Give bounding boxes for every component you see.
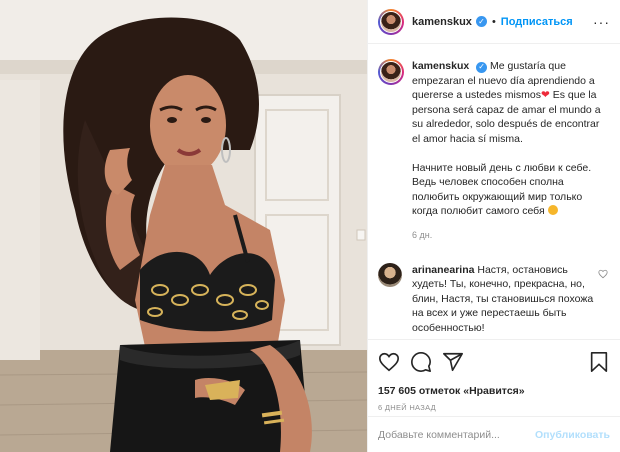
follow-button[interactable]: Подписаться [501,16,573,28]
red-heart-emoji: ❤ [540,89,550,102]
commenter-avatar[interactable] [378,262,402,287]
caption-russian: Начните новый день с любви к себе. Ведь … [412,161,592,218]
post-photo[interactable] [0,0,367,452]
comment-text: arinanearina Настя, остановись худеть! Т… [412,263,600,336]
smiling-face-emoji [547,205,558,216]
post-header: kamenskux ✓ • Подписаться ··· [368,0,620,44]
caption-time[interactable]: 6 дн. [412,228,610,243]
post-side-panel: kamenskux ✓ • Подписаться ··· kamenskux … [367,0,620,452]
post-date[interactable]: 6 ДНЕЙ НАЗАД [378,403,610,412]
author-avatar[interactable] [378,8,404,35]
commenter-username[interactable]: arinanearina [412,264,474,276]
add-comment-bar: Опубликовать [368,416,620,452]
comment-like-heart-icon[interactable] [598,269,608,279]
more-options-icon[interactable]: ··· [593,15,610,29]
action-icons [378,350,610,374]
share-icon[interactable] [442,351,464,373]
comments-area[interactable]: kamenskux ✓ Me gustaría que empezaran el… [368,45,620,338]
post-photo-image [0,0,367,452]
caption-username[interactable]: kamenskux [412,60,469,72]
caption-row: kamenskux ✓ Me gustaría que empezaran el… [378,59,610,243]
verified-badge-icon: ✓ [475,16,487,27]
comment-icon[interactable] [410,351,432,373]
caption-avatar[interactable] [378,59,404,85]
verified-badge-icon: ✓ [476,61,488,73]
heart-icon[interactable] [378,351,400,373]
likes-count[interactable]: 157 605 отметок «Нравится» [378,385,610,397]
comment-item: arinanearina Настя, остановись худеть! Т… [378,262,610,336]
bookmark-icon[interactable] [588,351,610,373]
instagram-post: kamenskux ✓ • Подписаться ··· kamenskux … [0,0,620,452]
publish-button[interactable]: Опубликовать [535,429,610,441]
add-comment-input[interactable] [378,428,536,441]
author-username[interactable]: kamenskux [412,16,472,28]
post-actions: 157 605 отметок «Нравится» 6 ДНЕЙ НАЗАД [368,339,620,412]
caption-text: kamenskux ✓ Me gustaría que empezaran el… [412,59,610,243]
header-separator: • [491,15,496,28]
